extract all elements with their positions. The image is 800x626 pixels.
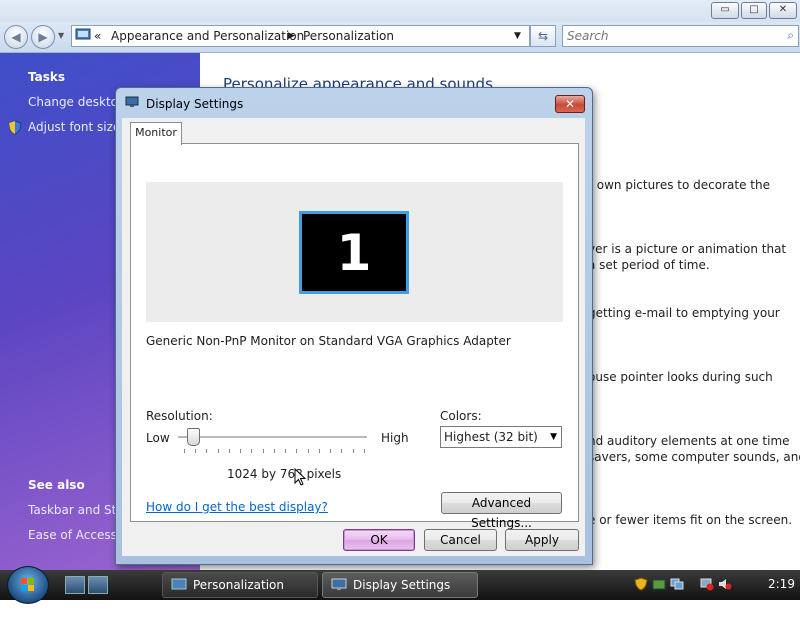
display-settings-dialog: Display Settings ✕ Monitor 1 Generic Non… bbox=[115, 87, 593, 565]
colors-label: Colors: bbox=[440, 409, 482, 423]
close-window-button[interactable]: ✕ bbox=[769, 2, 797, 19]
control-panel-icon bbox=[75, 28, 91, 40]
tab-monitor[interactable]: Monitor bbox=[130, 122, 182, 145]
chevron-down-icon: ▼ bbox=[550, 432, 557, 442]
taskbar-item-personalization[interactable]: Personalization bbox=[162, 572, 318, 598]
content-text-line: a set period of time. bbox=[588, 258, 710, 272]
content-text-line: getting e-mail to emptying your bbox=[588, 306, 780, 320]
sidebar-item-adjust-font-size[interactable]: Adjust font size ( bbox=[28, 120, 129, 134]
address-dropdown-icon[interactable]: ▼ bbox=[514, 31, 521, 41]
resolution-slider-ticks bbox=[184, 449, 365, 453]
network-icon[interactable] bbox=[670, 577, 684, 591]
resolution-low-label: Low bbox=[146, 431, 170, 445]
content-text-line: e or fewer items fit on the screen. bbox=[588, 513, 793, 527]
clock[interactable]: 2:19 AM bbox=[768, 570, 800, 626]
monitor-arrangement-area: 1 bbox=[146, 182, 563, 322]
network-disconnected-icon[interactable] bbox=[700, 577, 714, 591]
see-also-heading: See also bbox=[28, 478, 85, 492]
mouse-cursor-icon bbox=[294, 468, 307, 486]
dialog-body: Monitor 1 Generic Non-PnP Monitor on Sta… bbox=[122, 118, 585, 556]
navigation-bar: ◀ ▶ ▼ « Appearance and Personalization ▶… bbox=[0, 22, 800, 53]
content-text-line: ver is a picture or animation that bbox=[588, 242, 787, 256]
taskbar: Personalization Display Settings 2:19 AM bbox=[0, 566, 800, 619]
recent-pages-dropdown-icon[interactable]: ▼ bbox=[58, 31, 64, 40]
content-text-line: ouse pointer looks during such bbox=[588, 370, 773, 384]
cancel-button[interactable]: Cancel bbox=[424, 529, 497, 551]
start-button[interactable] bbox=[7, 566, 49, 604]
shield-icon bbox=[8, 120, 22, 135]
minimize-button[interactable]: ▭ bbox=[711, 2, 739, 19]
best-display-help-link[interactable]: How do I get the best display? bbox=[146, 500, 328, 514]
dialog-close-button[interactable]: ✕ bbox=[555, 95, 585, 113]
resolution-label: Resolution: bbox=[146, 409, 213, 423]
window-titlebar: ▭ □ ✕ bbox=[0, 0, 800, 22]
sidebar-item-change-desktop[interactable]: Change desktop bbox=[28, 95, 126, 109]
windows-logo-icon bbox=[21, 578, 34, 591]
address-bar[interactable]: « Appearance and Personalization ▶ Perso… bbox=[71, 25, 530, 47]
refresh-button[interactable]: ⇆ bbox=[530, 25, 556, 47]
search-input[interactable] bbox=[565, 27, 774, 45]
search-box[interactable]: ⌕ bbox=[562, 25, 799, 47]
content-text-line: r own pictures to decorate the bbox=[588, 178, 770, 192]
dialog-title: Display Settings bbox=[146, 97, 244, 111]
resolution-value: 1024 by 768 pixels bbox=[227, 467, 342, 481]
taskbar-item-display-settings[interactable]: Display Settings bbox=[322, 572, 478, 598]
switch-windows-icon[interactable] bbox=[88, 576, 108, 594]
back-button[interactable]: ◀ bbox=[4, 25, 28, 49]
search-icon[interactable]: ⌕ bbox=[787, 28, 794, 43]
show-desktop-icon[interactable] bbox=[65, 576, 85, 594]
apply-button[interactable]: Apply bbox=[505, 529, 579, 551]
monitor-1[interactable]: 1 bbox=[299, 211, 409, 294]
advanced-settings-button[interactable]: Advanced Settings... bbox=[441, 492, 562, 530]
notification-area: 2:19 AM bbox=[628, 570, 800, 619]
close-icon: ✕ bbox=[564, 97, 576, 111]
volume-muted-icon[interactable] bbox=[718, 577, 732, 591]
display-settings-icon bbox=[331, 578, 347, 590]
sidebar-item-taskbar[interactable]: Taskbar and Star bbox=[28, 503, 129, 517]
tasks-heading: Tasks bbox=[28, 70, 66, 84]
resolution-high-label: High bbox=[381, 431, 409, 445]
windows-update-icon[interactable] bbox=[652, 577, 666, 591]
resolution-slider-track[interactable] bbox=[178, 436, 367, 439]
sidebar-item-ease-of-access[interactable]: Ease of Access bbox=[28, 528, 117, 542]
refresh-icon: ⇆ bbox=[537, 29, 549, 43]
breadcrumb-separator-icon[interactable]: ▶ bbox=[288, 31, 295, 41]
breadcrumb-personalization[interactable]: Personalization bbox=[303, 29, 394, 43]
maximize-button[interactable]: □ bbox=[741, 2, 767, 19]
monitor-name: Generic Non-PnP Monitor on Standard VGA … bbox=[146, 334, 511, 348]
colors-selected-value: Highest (32 bit) bbox=[444, 430, 538, 444]
security-shield-icon[interactable] bbox=[634, 577, 648, 591]
forward-arrow-icon: ▶ bbox=[38, 30, 48, 44]
breadcrumb-appearance[interactable]: Appearance and Personalization bbox=[111, 29, 304, 43]
resolution-slider-thumb[interactable] bbox=[187, 428, 200, 446]
back-arrow-icon: ◀ bbox=[11, 30, 21, 44]
taskbar-item-label: Display Settings bbox=[353, 578, 451, 592]
content-text-line: savers, some computer sounds, and bbox=[588, 450, 800, 464]
forward-button[interactable]: ▶ bbox=[31, 25, 55, 49]
ok-button[interactable]: OK bbox=[343, 529, 415, 551]
breadcrumb-overflow[interactable]: « bbox=[94, 29, 101, 43]
monitor-tab-panel: 1 Generic Non-PnP Monitor on Standard VG… bbox=[130, 143, 579, 530]
control-panel-icon bbox=[171, 578, 187, 590]
colors-dropdown[interactable]: Highest (32 bit) ▼ bbox=[440, 426, 562, 448]
display-settings-icon bbox=[125, 96, 139, 107]
content-text-line: nd auditory elements at one time bbox=[588, 434, 790, 448]
taskbar-item-label: Personalization bbox=[193, 578, 284, 592]
